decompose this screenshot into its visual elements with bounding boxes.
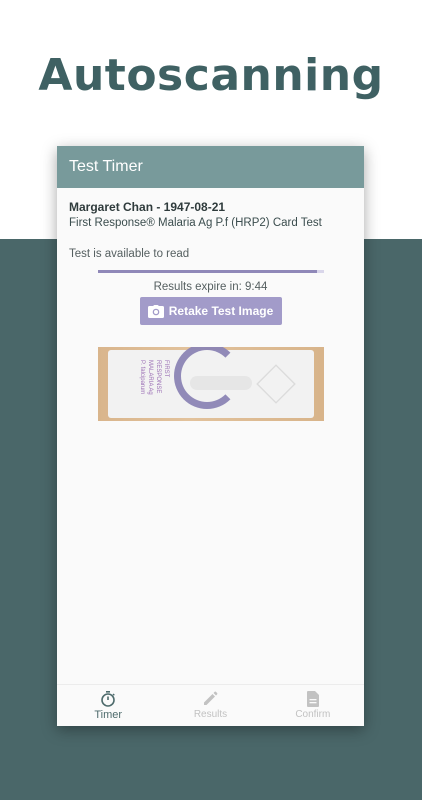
stopwatch-icon bbox=[101, 690, 115, 707]
cassette-label-line: P. falciparum bbox=[138, 360, 145, 395]
cassette-label-line: MALARIA Ag bbox=[146, 360, 153, 395]
patient-name-dob: Margaret Chan - 1947-08-21 bbox=[69, 200, 226, 214]
cassette-label-line: FIRST bbox=[162, 360, 169, 378]
headline: Autoscanning bbox=[38, 50, 384, 101]
nav-item-confirm[interactable]: Confirm bbox=[262, 685, 364, 726]
nav-label-results: Results bbox=[193, 709, 228, 720]
scanning-spinner bbox=[173, 347, 240, 409]
retake-test-image-button[interactable]: Retake Test Image bbox=[139, 297, 282, 325]
nav-label-timer: Timer bbox=[94, 708, 123, 721]
expiry-progress-fill bbox=[97, 270, 317, 273]
timer-content: Margaret Chan - 1947-08-21 First Respons… bbox=[57, 188, 364, 421]
nav-item-timer[interactable]: Timer bbox=[57, 685, 159, 726]
retake-button-label: Retake Test Image bbox=[168, 304, 274, 318]
pencil-icon bbox=[204, 691, 218, 705]
phone-screen: Test Timer Margaret Chan - 1947-08-21 Fi… bbox=[57, 146, 364, 726]
status-message: Test is available to read bbox=[69, 248, 190, 260]
sample-well-arrow bbox=[255, 364, 296, 404]
expiry-countdown: Results expire in: 9:44 bbox=[153, 281, 268, 293]
app-bar-title: Test Timer bbox=[69, 158, 143, 175]
test-name: First Response® Malaria Ag P.f (HRP2) Ca… bbox=[69, 217, 322, 229]
bottom-navigation: Timer Results Confirm bbox=[57, 684, 364, 726]
cassette-label: FIRST RESPONSE MALARIA Ag P. falciparum bbox=[110, 360, 170, 408]
test-cassette-image: FIRST RESPONSE MALARIA Ag P. falciparum bbox=[97, 347, 324, 421]
expiry-progress-bar bbox=[97, 270, 324, 273]
nav-item-results[interactable]: Results bbox=[159, 685, 261, 726]
app-bar: Test Timer bbox=[57, 146, 364, 188]
camera-icon bbox=[147, 304, 164, 318]
document-icon bbox=[306, 691, 319, 707]
nav-label-confirm: Confirm bbox=[295, 709, 331, 720]
cassette-label-line: RESPONSE bbox=[154, 360, 161, 394]
